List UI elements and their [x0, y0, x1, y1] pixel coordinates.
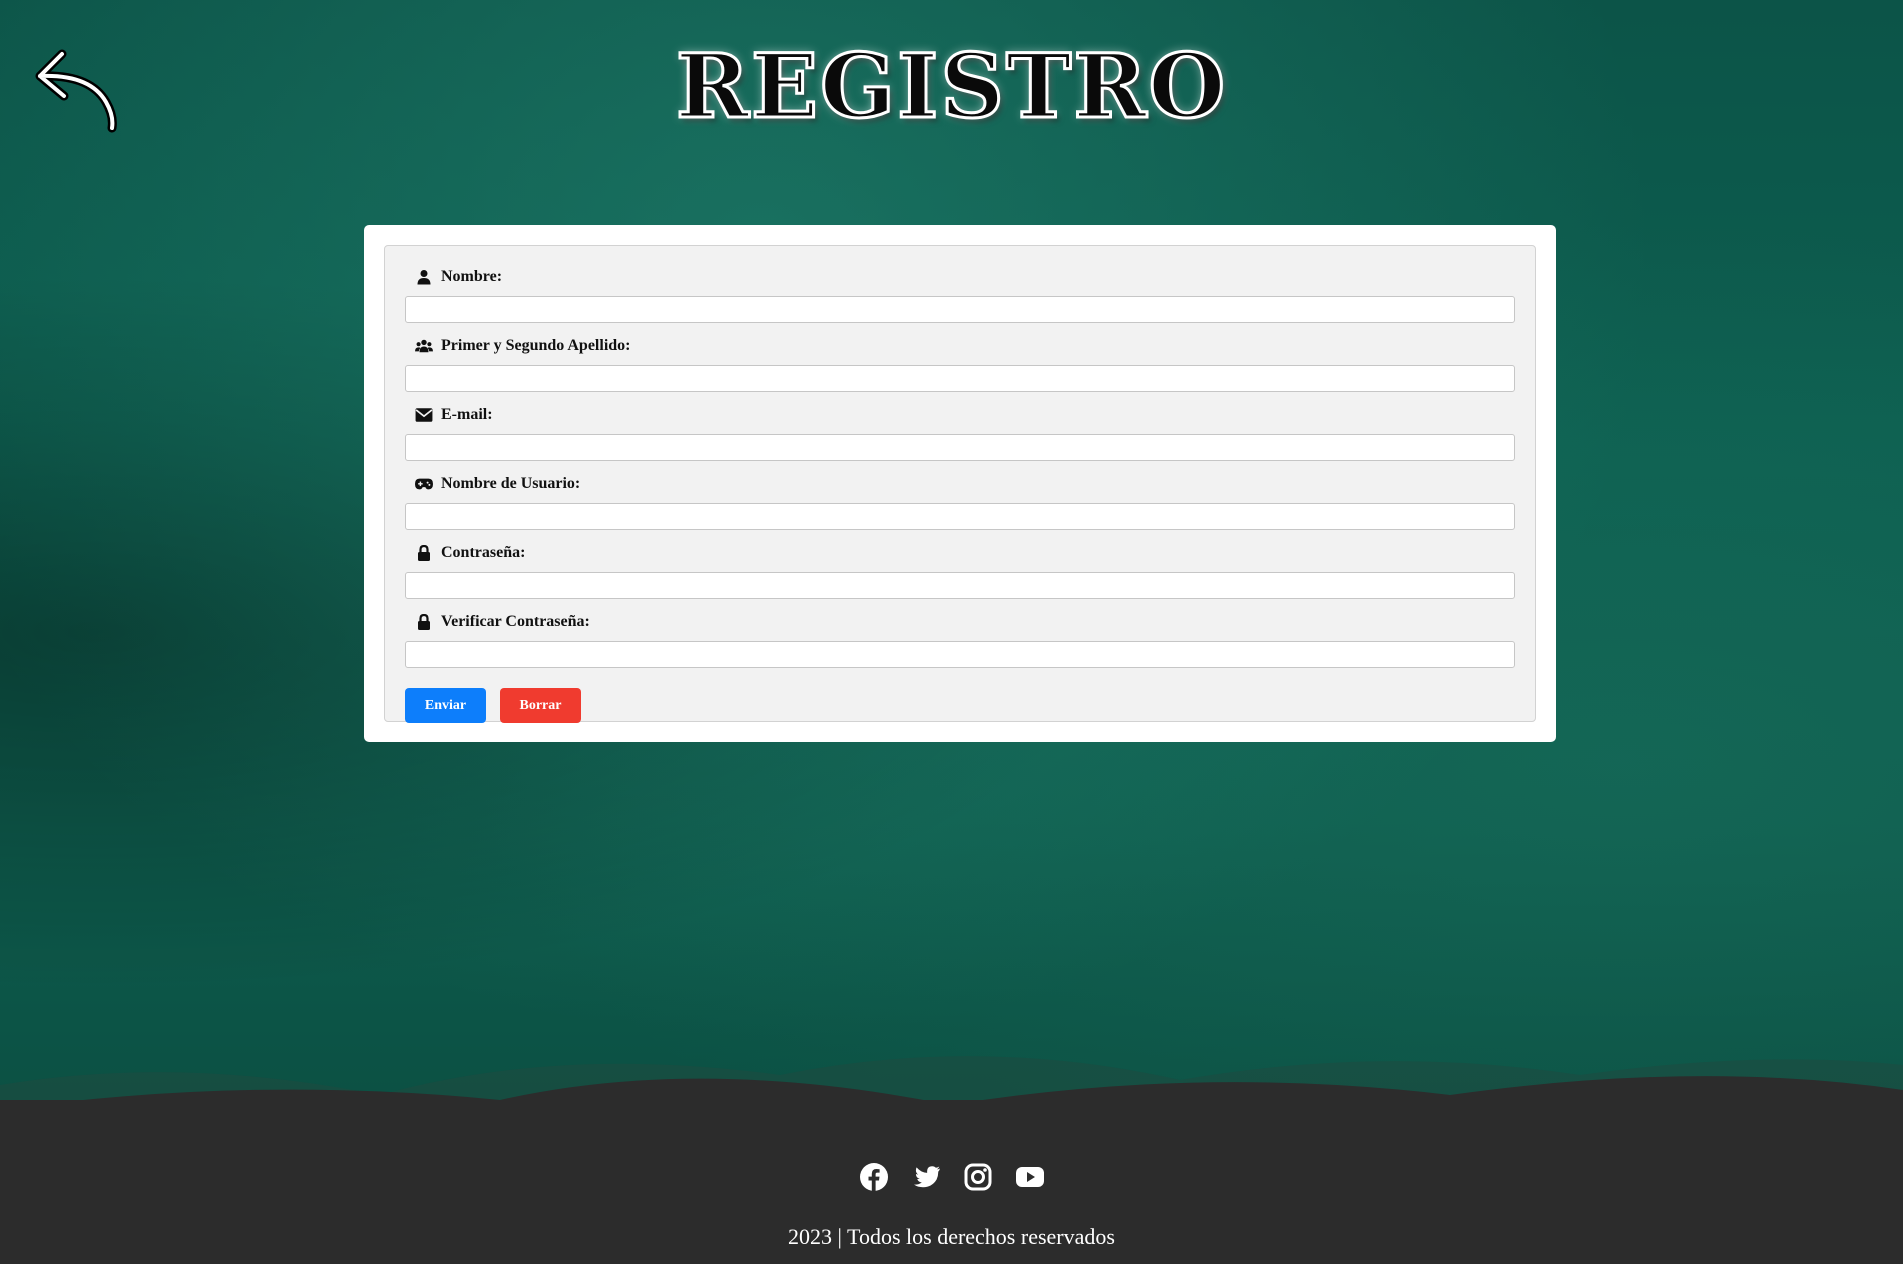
social-links: [0, 1162, 1903, 1192]
password-label-text: Contraseña:: [441, 544, 526, 561]
lock-icon: [418, 545, 430, 561]
password-input[interactable]: [405, 572, 1515, 599]
surname-label: Primer y Segundo Apellido:: [415, 331, 1515, 361]
email-label: E-mail:: [415, 400, 1515, 430]
name-label: Nombre:: [415, 262, 1515, 292]
surname-input[interactable]: [405, 365, 1515, 392]
verify-password-label: Verificar Contraseña:: [415, 607, 1515, 637]
youtube-link[interactable]: [1015, 1162, 1045, 1192]
facebook-icon: [859, 1163, 888, 1191]
verify-password-label-text: Verificar Contraseña:: [441, 613, 590, 630]
password-label: Contraseña:: [415, 538, 1515, 568]
envelope-icon: [415, 408, 433, 422]
lock-icon: [418, 614, 430, 630]
email-input[interactable]: [405, 434, 1515, 461]
instagram-link[interactable]: [963, 1162, 993, 1192]
username-label: Nombre de Usuario:: [415, 469, 1515, 499]
username-label-text: Nombre de Usuario:: [441, 475, 581, 492]
user-icon: [417, 270, 431, 285]
username-input[interactable]: [405, 503, 1515, 530]
surname-label-text: Primer y Segundo Apellido:: [441, 337, 631, 354]
gamepad-icon: [415, 478, 433, 490]
register-card: Nombre: Primer y Segundo Apellido: E-mai…: [364, 225, 1556, 742]
footer: 2023 | Todos los derechos reservados: [0, 1100, 1903, 1264]
page-title: REGISTRO: [674, 34, 1228, 138]
facebook-link[interactable]: [859, 1162, 889, 1192]
copyright-text: 2023 | Todos los derechos reservados: [788, 1224, 1115, 1249]
name-label-text: Nombre:: [441, 268, 503, 285]
name-input[interactable]: [405, 296, 1515, 323]
youtube-icon: [1015, 1167, 1044, 1187]
submit-button[interactable]: Enviar: [405, 688, 486, 723]
reset-button[interactable]: Borrar: [500, 688, 581, 723]
form-actions: Enviar Borrar: [405, 688, 1515, 723]
twitter-link[interactable]: [911, 1162, 941, 1192]
instagram-icon: [964, 1163, 991, 1191]
register-form: Nombre: Primer y Segundo Apellido: E-mai…: [384, 245, 1536, 723]
verify-password-input[interactable]: [405, 641, 1515, 668]
users-icon: [415, 339, 433, 353]
twitter-icon: [913, 1166, 940, 1188]
email-label-text: E-mail:: [441, 406, 493, 423]
